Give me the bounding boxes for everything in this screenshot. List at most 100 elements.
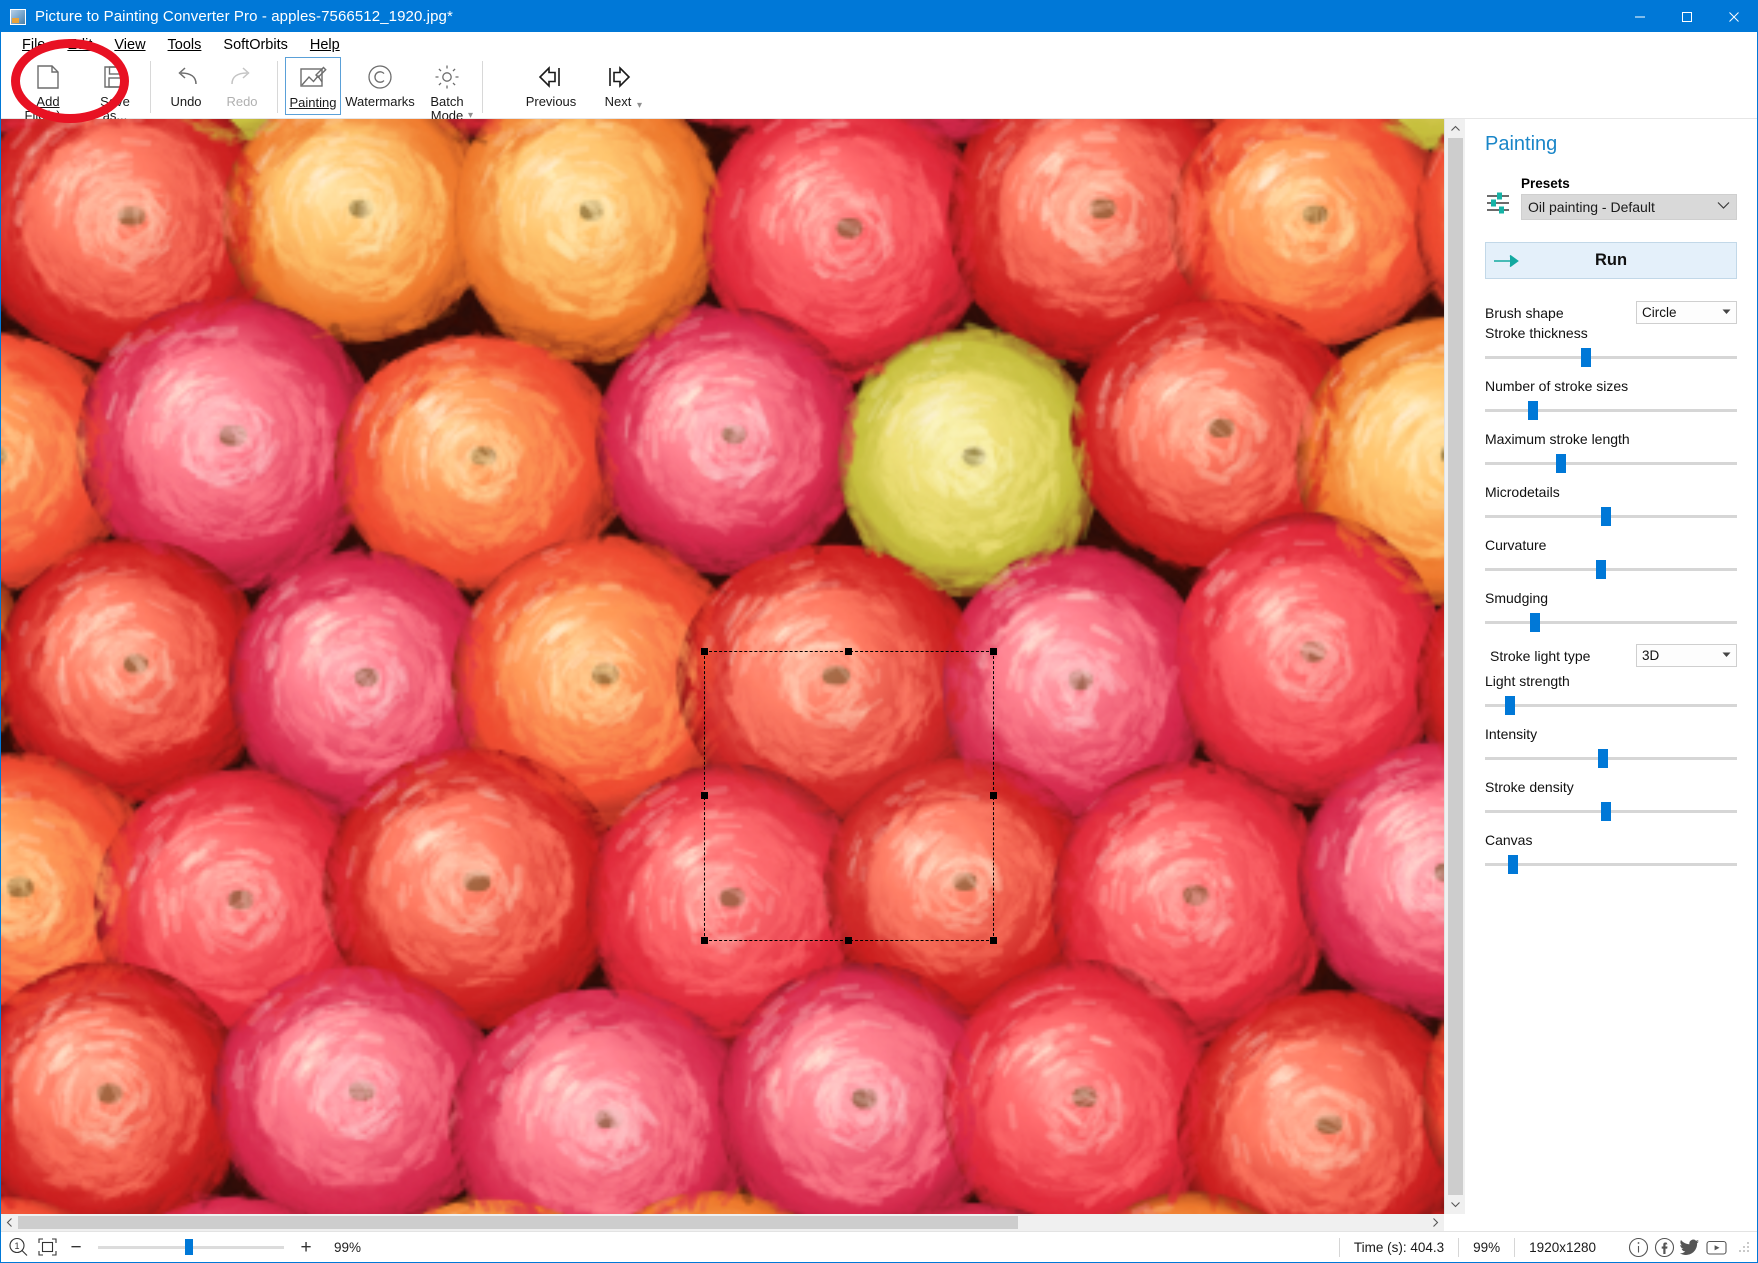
slider-track: [1485, 568, 1737, 571]
slider-thumb[interactable]: [1530, 613, 1540, 632]
menu-help[interactable]: Help: [299, 35, 351, 55]
menu-view-label: View: [114, 37, 145, 53]
selection-handle-e[interactable]: [990, 792, 997, 799]
canvas-horizontal-scrollbar[interactable]: [1, 1214, 1444, 1231]
zoom-percent-cell: 99%: [1458, 1238, 1514, 1257]
horizontal-scroll-thumb[interactable]: [18, 1216, 1018, 1229]
batch-mode-button[interactable]: Batch Mode ▾: [419, 57, 475, 123]
undo-button[interactable]: Undo: [158, 57, 214, 115]
canvas-slider[interactable]: [1485, 855, 1737, 873]
scroll-right-arrow-icon[interactable]: [1427, 1214, 1444, 1231]
menu-tools[interactable]: Tools: [157, 35, 213, 55]
menu-view[interactable]: View: [103, 35, 156, 55]
toolbar-expand-icon-2[interactable]: ▾: [637, 100, 642, 111]
slider-thumb[interactable]: [1596, 560, 1606, 579]
vertical-scroll-thumb[interactable]: [1448, 138, 1463, 1195]
slider-thumb[interactable]: [1556, 454, 1566, 473]
stroke-thickness-label: Stroke thickness: [1485, 325, 1737, 341]
add-files-button[interactable]: Add File(s)...: [9, 57, 87, 123]
image-canvas-area[interactable]: [1, 119, 1444, 1214]
presets-row: Presets Oil painting - Default: [1485, 176, 1737, 220]
scroll-up-arrow-icon[interactable]: [1445, 119, 1466, 138]
maximize-button[interactable]: [1663, 1, 1710, 32]
watermarks-label: Watermarks: [345, 95, 415, 109]
resize-grip-icon[interactable]: [1738, 1241, 1751, 1254]
curvature-label: Curvature: [1485, 537, 1737, 553]
run-button[interactable]: Run: [1485, 242, 1737, 279]
youtube-icon[interactable]: [1704, 1235, 1728, 1259]
status-right-group: Time (s): 404.3 99% 1920x1280: [1339, 1232, 1751, 1263]
maximum-stroke-length-slider[interactable]: [1485, 454, 1737, 472]
slider-thumb[interactable]: [1508, 855, 1518, 874]
menu-softorbits[interactable]: SoftOrbits: [212, 35, 298, 55]
zoom-slider[interactable]: [98, 1237, 284, 1257]
painting-button[interactable]: Painting: [285, 57, 341, 115]
minimize-button[interactable]: [1616, 1, 1663, 32]
selection-handle-nw[interactable]: [701, 648, 708, 655]
selection-handle-w[interactable]: [701, 792, 708, 799]
presets-column: Presets Oil painting - Default: [1521, 176, 1737, 220]
stroke-thickness-slider[interactable]: [1485, 348, 1737, 366]
info-icon[interactable]: [1626, 1235, 1650, 1259]
menu-edit-label: Edit: [67, 37, 92, 53]
zoom-in-button[interactable]: +: [295, 1237, 317, 1257]
app-icon: [10, 9, 26, 25]
toolbar-group-navigation: Previous Next ▾: [512, 57, 646, 115]
fit-to-window-icon[interactable]: [36, 1237, 58, 1257]
control-maximum-stroke-length: Maximum stroke length: [1485, 431, 1737, 472]
slider-thumb[interactable]: [1505, 696, 1515, 715]
stroke-light-type-dropdown[interactable]: 3D: [1636, 644, 1737, 667]
control-curvature: Curvature: [1485, 537, 1737, 578]
number-of-stroke-sizes-slider[interactable]: [1485, 401, 1737, 419]
zoom-slider-thumb[interactable]: [185, 1239, 193, 1255]
stroke-density-slider[interactable]: [1485, 802, 1737, 820]
smudging-slider[interactable]: [1485, 613, 1737, 631]
scroll-left-arrow-icon[interactable]: [1, 1214, 18, 1231]
previous-button[interactable]: Previous: [512, 57, 590, 115]
vertical-scroll-track[interactable]: [1445, 138, 1466, 1195]
canvas-vertical-scrollbar[interactable]: [1444, 119, 1465, 1214]
scroll-down-arrow-icon[interactable]: [1445, 1195, 1466, 1214]
twitter-icon[interactable]: [1678, 1235, 1702, 1259]
light-strength-slider[interactable]: [1485, 696, 1737, 714]
selection-handle-n[interactable]: [845, 648, 852, 655]
zoom-actual-size-icon[interactable]: 1: [7, 1237, 29, 1257]
selection-handle-se[interactable]: [990, 937, 997, 944]
undo-label: Undo: [170, 95, 201, 109]
brush-shape-dropdown[interactable]: Circle: [1636, 301, 1737, 324]
toolbar-group-file: Add File(s)... Save as...: [9, 57, 143, 123]
slider-thumb[interactable]: [1528, 401, 1538, 420]
slider-thumb[interactable]: [1601, 802, 1611, 821]
slider-thumb[interactable]: [1598, 749, 1608, 768]
horizontal-scroll-track[interactable]: [18, 1214, 1427, 1231]
crop-selection-rectangle[interactable]: [704, 651, 994, 941]
menu-softorbits-label: SoftOrbits: [223, 37, 287, 53]
facebook-icon[interactable]: [1652, 1235, 1676, 1259]
stroke-density-label: Stroke density: [1485, 779, 1737, 795]
zoom-out-button[interactable]: −: [65, 1237, 87, 1257]
intensity-slider[interactable]: [1485, 749, 1737, 767]
selection-handle-s[interactable]: [845, 937, 852, 944]
watermarks-button[interactable]: Watermarks: [341, 57, 419, 115]
microdetails-label: Microdetails: [1485, 484, 1737, 500]
redo-button: Redo: [214, 57, 270, 115]
stroke-light-type-label: Stroke light type: [1485, 648, 1590, 664]
close-button[interactable]: [1710, 1, 1757, 32]
save-as-button[interactable]: Save as...: [87, 57, 143, 123]
save-icon: [102, 62, 128, 92]
title-bar: Picture to Painting Converter Pro - appl…: [1, 1, 1757, 32]
presets-dropdown[interactable]: Oil painting - Default: [1521, 194, 1737, 220]
slider-thumb[interactable]: [1581, 348, 1591, 367]
menu-edit[interactable]: Edit: [56, 35, 103, 55]
window-title: Picture to Painting Converter Pro - appl…: [35, 8, 453, 25]
toolbar: Add File(s)... Save as... Undo: [1, 57, 1757, 119]
microdetails-slider[interactable]: [1485, 507, 1737, 525]
curvature-slider[interactable]: [1485, 560, 1737, 578]
slider-thumb[interactable]: [1601, 507, 1611, 526]
control-brush-shape: Brush shape Circle: [1485, 301, 1737, 324]
selection-handle-ne[interactable]: [990, 648, 997, 655]
panel-title: Painting: [1485, 133, 1737, 156]
menu-file[interactable]: File: [11, 35, 56, 55]
selection-handle-sw[interactable]: [701, 937, 708, 944]
menu-bar: File Edit View Tools SoftOrbits Help: [1, 32, 1757, 57]
